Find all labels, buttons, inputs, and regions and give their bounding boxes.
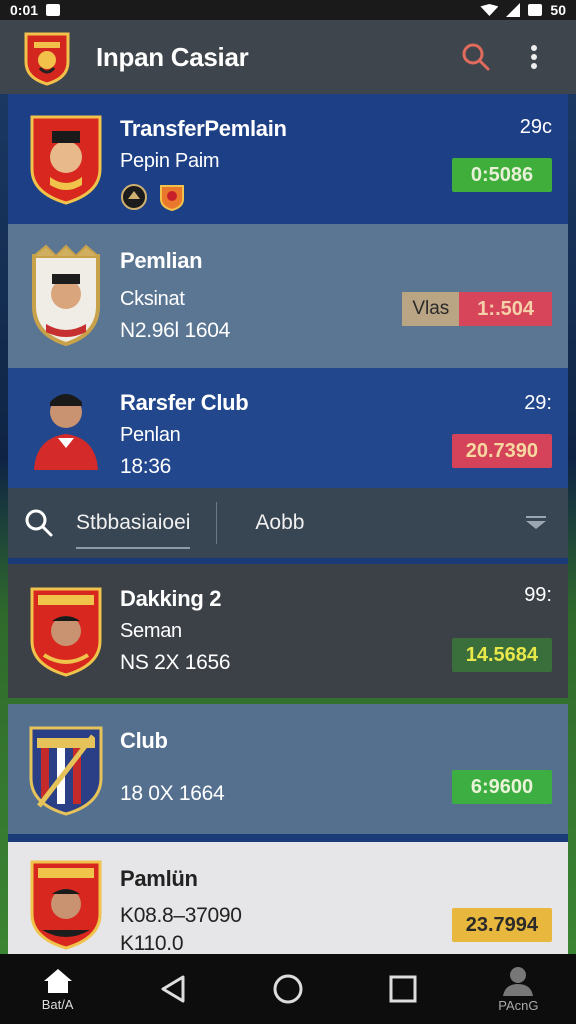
more-vertical-icon xyxy=(531,45,537,69)
divider xyxy=(216,502,218,544)
home-circle-icon xyxy=(273,974,303,1004)
signal-icon xyxy=(506,3,521,17)
chevron-down-icon[interactable] xyxy=(524,516,548,530)
nav-home-label: Bat/A xyxy=(41,996,74,1012)
app-logo xyxy=(24,32,70,86)
tab-filter[interactable]: Aobb xyxy=(255,511,304,535)
search-filter-bar: Stbbasiaioei Aobb xyxy=(8,488,568,558)
club-small-icon xyxy=(160,185,184,211)
nav-profile-label: PAcnG xyxy=(498,997,539,1013)
battery-level: 50 xyxy=(550,2,566,18)
player-name: Pamlün xyxy=(120,866,198,891)
price-badge: 6:9600 xyxy=(452,770,552,804)
battery-icon xyxy=(528,4,543,16)
notification-icon xyxy=(46,4,61,16)
price-badge: 23.7994 xyxy=(451,908,552,942)
wifi-icon xyxy=(480,4,499,16)
price-badge: 1:.504 xyxy=(459,292,552,326)
home-icon xyxy=(43,968,72,993)
divider xyxy=(8,834,568,842)
nav-back[interactable] xyxy=(133,974,213,1004)
player-name: Pemlian xyxy=(120,248,203,273)
player-name: Club xyxy=(120,728,168,753)
recents-square-icon xyxy=(389,975,417,1003)
app-bar: Inpan Casiar xyxy=(0,20,576,94)
tag-badge: Vlas xyxy=(402,292,460,326)
nav-home[interactable]: Bat/A xyxy=(18,967,98,1012)
profile-icon xyxy=(503,966,534,996)
app-title: Inpan Casiar xyxy=(96,41,249,72)
player-name: TransferPemlain xyxy=(120,116,287,141)
list-item[interactable]: Dakking 2 Seman NS 2X 1656 99: 14.5684 xyxy=(8,564,568,698)
player-name: Rarsfer Club xyxy=(120,390,249,415)
club-crest-icon xyxy=(30,587,102,677)
overflow-menu-button[interactable] xyxy=(514,37,554,77)
player-crest-icon xyxy=(32,244,100,347)
list-item[interactable]: Pemlian Cksinat N2.96l 1604 Vlas 1:.504 xyxy=(8,224,568,368)
status-time: 0:01 xyxy=(10,2,39,18)
club-crest-icon xyxy=(29,726,103,816)
club-crest-icon xyxy=(30,860,102,950)
back-triangle-icon xyxy=(161,975,185,1003)
player-portrait-icon xyxy=(34,394,98,470)
club-crest-icon xyxy=(30,115,102,205)
search-icon[interactable] xyxy=(24,508,54,538)
time-label: 29: xyxy=(524,392,552,414)
tab-search[interactable]: Stbbasiaioei xyxy=(76,497,191,549)
price-badge: 0:5086 xyxy=(452,158,552,192)
status-bar: 0:01 50 xyxy=(0,0,576,20)
player-name: Dakking 2 xyxy=(120,586,222,611)
list-item[interactable]: Rarsfer Club Penlan 18:36 29: 20.7390 xyxy=(8,368,568,488)
price-badge: 20.7390 xyxy=(451,434,552,468)
list-item[interactable]: Club 18 0X 1664 6:9600 xyxy=(8,704,568,834)
nav-home-circle[interactable] xyxy=(248,973,328,1005)
list-item[interactable]: Pamlün K08.8–37090 K110.0 23.7994 xyxy=(8,842,568,956)
time-label: 29c xyxy=(519,116,552,138)
price-badge: 14.5684 xyxy=(451,638,552,672)
list-item[interactable]: TransferPemlain Pepin Paim 29c 0:5086 xyxy=(8,94,568,224)
nav-recents[interactable] xyxy=(363,974,443,1004)
nav-profile[interactable]: PAcnG xyxy=(478,966,558,1013)
club-small-icon xyxy=(121,184,147,210)
time-label: 99: xyxy=(524,584,552,606)
search-icon xyxy=(462,43,490,71)
bottom-navigation: Bat/A PAcnG xyxy=(0,954,576,1024)
search-button[interactable] xyxy=(456,37,496,77)
